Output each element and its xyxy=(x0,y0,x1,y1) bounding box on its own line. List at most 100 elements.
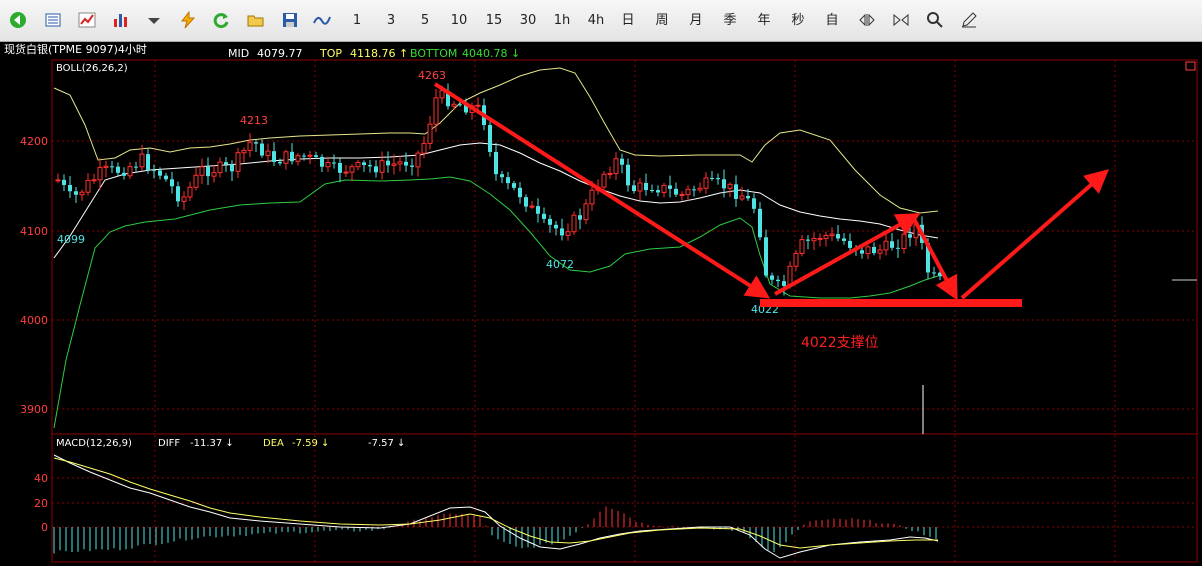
candle-body xyxy=(512,183,516,188)
candle-body xyxy=(458,104,462,106)
candle-body xyxy=(122,172,126,176)
wave-icon[interactable] xyxy=(313,11,331,29)
period-year[interactable]: 年 xyxy=(754,10,774,32)
mid-label: MID xyxy=(228,47,249,60)
bottom-value: 4040.78 ↓ xyxy=(462,47,520,60)
bar-chart-icon[interactable] xyxy=(111,11,129,29)
candle-body xyxy=(692,189,696,191)
candle-body xyxy=(110,166,114,168)
boll-indicator-label: BOLL(26,26,2) xyxy=(56,63,128,74)
expand-icon[interactable] xyxy=(858,11,876,29)
line-chart-icon[interactable] xyxy=(78,11,96,29)
refresh-icon[interactable] xyxy=(212,11,230,29)
period-10[interactable]: 10 xyxy=(447,10,471,32)
pen-icon[interactable] xyxy=(960,11,978,29)
bottom-label: BOTTOM xyxy=(410,47,457,60)
candle-body xyxy=(176,186,180,202)
candle-body xyxy=(68,184,72,192)
candle-body xyxy=(247,141,253,151)
candle-body xyxy=(314,155,318,157)
candle-body xyxy=(685,188,691,195)
candle-body xyxy=(404,161,408,166)
search-icon[interactable] xyxy=(926,11,944,29)
candle-body xyxy=(278,161,282,164)
period-quarter[interactable]: 季 xyxy=(720,10,740,32)
candle-body xyxy=(103,165,109,168)
candle-body xyxy=(710,178,714,180)
candle-body xyxy=(877,249,883,254)
candle-body xyxy=(494,151,498,175)
period-5[interactable]: 5 xyxy=(417,10,433,32)
candle-body xyxy=(283,151,289,164)
candle-body xyxy=(427,123,433,144)
candle-body xyxy=(668,185,672,189)
period-1[interactable]: 1 xyxy=(349,10,365,32)
candle-body xyxy=(823,235,829,239)
macd-dea-line xyxy=(53,457,938,549)
period-day[interactable]: 日 xyxy=(618,10,638,32)
period-3[interactable]: 3 xyxy=(383,10,399,32)
grid xyxy=(52,60,1197,562)
panel-toggle-icon[interactable] xyxy=(1185,61,1196,71)
save-icon[interactable] xyxy=(281,11,299,29)
period-4h[interactable]: 4h xyxy=(584,10,608,32)
candle-body xyxy=(379,160,385,173)
candle-body xyxy=(650,190,654,192)
candle-body xyxy=(193,174,199,188)
y-tick-4000: 4000 xyxy=(20,314,48,327)
period-15[interactable]: 15 xyxy=(482,10,506,32)
candle-body xyxy=(890,241,894,248)
dea-label: DEA xyxy=(263,438,284,449)
candle-body xyxy=(62,179,66,185)
candle-body xyxy=(734,184,738,199)
candle-body xyxy=(181,196,187,202)
period-1h[interactable]: 1h xyxy=(550,10,574,32)
price-label-4213: 4213 xyxy=(240,114,268,127)
candle-body xyxy=(397,161,403,165)
candle-body xyxy=(254,142,258,144)
candle-body xyxy=(272,151,276,162)
period-second[interactable]: 秒 xyxy=(788,10,808,32)
period-custom[interactable]: 自 xyxy=(822,10,842,32)
candle-body xyxy=(848,240,852,248)
candle-body xyxy=(433,97,439,125)
period-week[interactable]: 周 xyxy=(652,10,672,32)
candle-body xyxy=(560,228,564,236)
folder-open-icon[interactable] xyxy=(247,11,265,29)
candle-body xyxy=(439,90,445,99)
macd-diff-line xyxy=(53,454,939,559)
back-arrow-icon[interactable] xyxy=(9,11,27,29)
period-30[interactable]: 30 xyxy=(516,10,540,32)
candle-body xyxy=(332,162,336,164)
candle-body xyxy=(548,218,552,225)
candle-body xyxy=(79,191,85,196)
candle-body xyxy=(230,164,234,172)
diff-value: -11.37 ↓ xyxy=(190,438,234,449)
candle-body xyxy=(500,174,504,178)
shrink-icon[interactable] xyxy=(892,11,910,29)
candle-body xyxy=(217,161,223,174)
period-month[interactable]: 月 xyxy=(686,10,706,32)
dropdown-icon[interactable] xyxy=(145,11,163,29)
list-icon[interactable] xyxy=(44,11,62,29)
candle-body xyxy=(554,224,558,229)
candle-body xyxy=(199,166,205,176)
mid-value: 4079.77 xyxy=(257,47,303,60)
candle-body xyxy=(703,177,709,189)
candle-body xyxy=(583,203,589,221)
candle-body xyxy=(644,182,648,191)
macd-tick-40: 40 xyxy=(34,472,48,485)
kline-chart[interactable]: 现货白银(TPME 9097)4小时 MID 4079.77 TOP 4118.… xyxy=(0,42,1202,566)
candle-body xyxy=(542,213,546,219)
candle-body xyxy=(782,281,786,286)
lightning-icon[interactable] xyxy=(179,11,197,29)
macd-indicator-label: MACD(12,26,9) xyxy=(56,438,132,449)
candle-body xyxy=(752,198,756,209)
candle-body xyxy=(722,179,726,189)
candle-body xyxy=(793,253,799,267)
candle-body xyxy=(55,179,61,182)
candle-body xyxy=(349,166,355,173)
candle-body xyxy=(896,247,900,249)
candle-body xyxy=(637,182,643,192)
candle-body xyxy=(139,153,145,168)
